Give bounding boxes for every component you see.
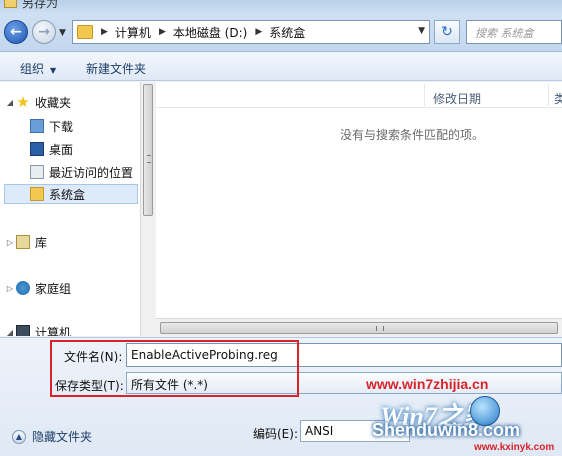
column-header-date-modified[interactable]: 修改日期 <box>433 90 481 107</box>
back-button[interactable]: ← <box>4 20 28 44</box>
watermark-url: www.win7zhijia.cn <box>366 376 489 392</box>
recent-places-icon <box>30 165 44 179</box>
desktop-icon <box>30 142 44 156</box>
download-folder-icon <box>30 119 44 133</box>
search-input[interactable]: 搜索 系统盒 <box>466 20 562 44</box>
nav-libraries-label: 库 <box>35 235 48 250</box>
nav-pane-scrollbar[interactable] <box>140 82 155 336</box>
breadcrumb-separator-icon[interactable]: ▶ <box>159 27 166 37</box>
scrollbar-thumb[interactable] <box>160 322 558 334</box>
file-list-horizontal-scrollbar[interactable] <box>156 318 562 336</box>
breadcrumb-separator-icon[interactable]: ▶ <box>255 27 262 37</box>
column-divider[interactable] <box>548 84 549 106</box>
hide-folders-button[interactable]: ▲ 隐藏文件夹 <box>12 428 92 445</box>
refresh-icon: ↻ <box>441 24 453 40</box>
grip-icon <box>147 155 151 163</box>
organize-label: 组织 <box>20 62 45 76</box>
nav-item-label: 最近访问的位置 <box>49 165 134 180</box>
nav-item-desktop[interactable]: 桌面 <box>30 139 73 159</box>
nav-homegroup[interactable]: ▷ 家庭组 <box>4 278 71 298</box>
column-header-row: 修改日期 类 <box>156 82 562 108</box>
arrow-right-icon: → <box>38 24 50 40</box>
folder-icon <box>77 25 93 39</box>
nav-item-label: 系统盒 <box>49 187 86 202</box>
library-icon <box>16 235 30 249</box>
scrollbar-thumb[interactable] <box>143 84 153 216</box>
expand-arrow-icon[interactable]: ▷ <box>4 238 16 247</box>
watermark-site: www.kxinyk.com <box>474 442 555 453</box>
highlight-annotation-box <box>50 340 299 397</box>
nav-homegroup-label: 家庭组 <box>35 281 72 296</box>
breadcrumb: ▶ 计算机 ▶ 本地磁盘 (D:) ▶ 系统盒 <box>93 24 305 41</box>
history-dropdown-button[interactable]: ▼ <box>59 28 66 38</box>
column-header-type[interactable]: 类 <box>554 90 562 107</box>
nav-item-downloads[interactable]: 下载 <box>30 116 73 136</box>
chevron-down-icon: ▼ <box>50 66 57 75</box>
nav-favorites[interactable]: ◢ ★ 收藏夹 <box>4 92 71 112</box>
breadcrumb-current-folder[interactable]: 系统盒 <box>269 24 305 41</box>
grip-icon <box>376 326 384 331</box>
address-bar[interactable]: ▶ 计算机 ▶ 本地磁盘 (D:) ▶ 系统盒 ▼ <box>72 20 430 44</box>
computer-icon <box>16 325 30 336</box>
empty-folder-message: 没有与搜索条件匹配的项。 <box>340 128 485 142</box>
address-dropdown-icon[interactable]: ▼ <box>418 26 425 36</box>
star-icon: ★ <box>16 93 30 111</box>
refresh-button[interactable]: ↻ <box>434 20 460 44</box>
nav-libraries[interactable]: ▷ 库 <box>4 232 47 252</box>
window-title: 另存为 <box>22 0 59 10</box>
forward-button[interactable]: → <box>32 20 56 44</box>
encoding-label: 编码(E): <box>253 427 298 441</box>
homegroup-icon <box>16 281 30 295</box>
breadcrumb-computer[interactable]: 计算机 <box>115 24 151 41</box>
navigation-bar: ← → ▼ ▶ 计算机 ▶ 本地磁盘 (D:) ▶ 系统盒 ▼ ↻ 搜索 系统盒 <box>0 14 562 52</box>
nav-item-xitonghe[interactable]: 系统盒 <box>4 184 138 204</box>
folder-icon <box>30 187 44 201</box>
watermark-brand: Shenduwin8.com <box>372 420 521 440</box>
collapse-arrow-icon[interactable]: ◢ <box>4 328 16 337</box>
organize-menu-button[interactable]: 组织 ▼ <box>20 60 56 77</box>
expand-arrow-icon[interactable]: ▷ <box>4 284 16 293</box>
breadcrumb-drive-d[interactable]: 本地磁盘 (D:) <box>173 24 247 41</box>
notepad-icon <box>4 0 17 8</box>
nav-favorites-label: 收藏夹 <box>35 95 72 110</box>
command-toolbar: 组织 ▼ 新建文件夹 <box>0 53 562 81</box>
nav-computer-label: 计算机 <box>35 325 72 337</box>
nav-item-recent-places[interactable]: 最近访问的位置 <box>30 162 133 182</box>
nav-item-label: 桌面 <box>49 142 74 157</box>
column-divider[interactable] <box>424 84 425 106</box>
nav-computer[interactable]: ◢ 计算机 <box>4 322 71 336</box>
hide-folders-label: 隐藏文件夹 <box>32 430 93 444</box>
breadcrumb-separator-icon[interactable]: ▶ <box>101 27 108 37</box>
new-folder-button[interactable]: 新建文件夹 <box>86 60 146 77</box>
arrow-left-icon: ← <box>10 24 22 40</box>
file-list: 修改日期 类 没有与搜索条件匹配的项。 <box>156 82 562 318</box>
navigation-pane: ◢ ★ 收藏夹 下载 桌面 最近访问的位置 系统盒 ▷ 库 ▷ 家庭组 ◢ 计算… <box>0 82 140 336</box>
nav-item-label: 下载 <box>49 119 74 134</box>
collapse-arrow-icon[interactable]: ◢ <box>4 98 16 107</box>
title-bar: 另存为 <box>0 0 562 14</box>
chevron-up-icon: ▲ <box>12 429 26 444</box>
